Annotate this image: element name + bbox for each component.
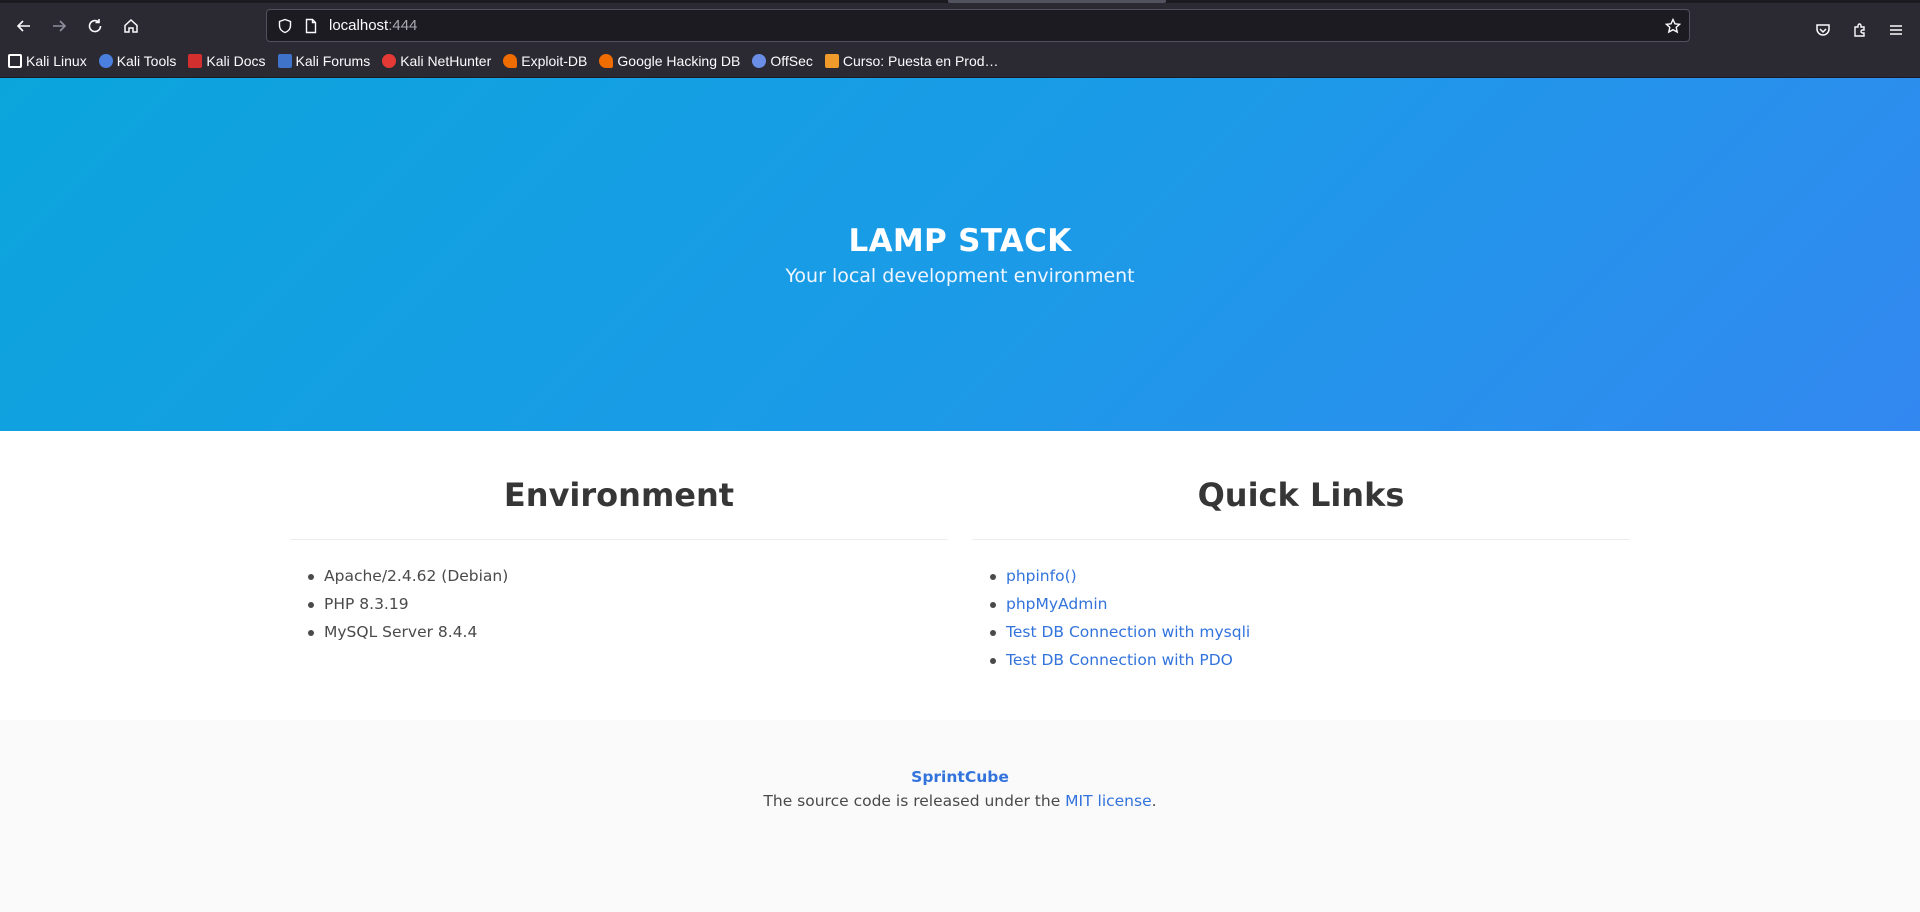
bookmark-kali-tools[interactable]: Kali Tools: [98, 53, 177, 69]
bookmark-label: Exploit-DB: [521, 53, 588, 69]
bookmark-label: Google Hacking DB: [617, 53, 741, 69]
quick-links-heading: Quick Links: [972, 431, 1630, 540]
bookmark-label: Kali Forums: [295, 53, 371, 69]
list-item: phpMyAdmin: [988, 590, 1630, 618]
puzzle-piece-icon: [1854, 23, 1865, 37]
page-icon[interactable]: [303, 18, 319, 34]
forward-button[interactable]: [45, 12, 73, 40]
reload-icon: [88, 19, 102, 33]
bookmark-offsec[interactable]: OffSec: [752, 53, 813, 69]
environment-list: Apache/2.4.62 (Debian) PHP 8.3.19 MySQL …: [290, 540, 948, 646]
url-host: localhost: [329, 17, 389, 34]
mit-license-link[interactable]: MIT license: [1065, 792, 1151, 810]
license-suffix: .: [1151, 792, 1157, 810]
pdo-test-link[interactable]: Test DB Connection with PDO: [1006, 651, 1233, 669]
kali-tools-icon: [98, 54, 113, 68]
list-item: Test DB Connection with mysqli: [988, 618, 1630, 646]
pocket-button[interactable]: [1813, 20, 1833, 40]
list-item: phpinfo(): [988, 562, 1630, 590]
quick-links-column: Quick Links phpinfo() phpMyAdmin Test DB…: [972, 431, 1630, 674]
shield-icon[interactable]: [277, 18, 293, 34]
environment-heading: Environment: [290, 431, 948, 540]
nethunter-icon: [382, 54, 397, 68]
list-item: Test DB Connection with PDO: [988, 646, 1630, 674]
bookmarks-toolbar: Kali Linux Kali Tools Kali Docs Kali For…: [8, 48, 1011, 74]
app-menu-button[interactable]: [1886, 20, 1906, 40]
bookmark-course[interactable]: Curso: Puesta en Prod…: [824, 53, 999, 69]
phpinfo-link[interactable]: phpinfo(): [1006, 567, 1077, 585]
bookmark-label: Kali NetHunter: [400, 53, 492, 69]
bookmark-label: Kali Linux: [26, 53, 87, 69]
bookmark-label: Curso: Puesta en Prod…: [842, 53, 999, 69]
bookmark-label: Kali Tools: [116, 53, 177, 69]
pocket-icon: [1816, 24, 1830, 36]
list-item: Apache/2.4.62 (Debian): [306, 562, 948, 590]
reload-button[interactable]: [81, 12, 109, 40]
extensions-button[interactable]: [1850, 20, 1870, 40]
footer-brand-link[interactable]: SprintCube: [0, 768, 1920, 786]
home-button[interactable]: [117, 12, 145, 40]
bookmark-label: OffSec: [770, 53, 813, 69]
bookmark-google-hacking-db[interactable]: Google Hacking DB: [599, 53, 740, 69]
kali-forums-icon: [277, 54, 292, 68]
kali-dragon-icon: [8, 54, 22, 68]
hero-title: LAMP STACK: [848, 223, 1072, 259]
url-port: :444: [388, 17, 418, 34]
list-item: MySQL Server 8.4.4: [306, 618, 948, 646]
hero-banner: LAMP STACK Your local development enviro…: [0, 78, 1920, 431]
footer: SprintCube The source code is released u…: [0, 720, 1920, 912]
url-bar[interactable]: localhost:444: [266, 9, 1690, 42]
quick-links-list: phpinfo() phpMyAdmin Test DB Connection …: [972, 540, 1630, 674]
tab-strip: [0, 0, 1920, 3]
kali-docs-icon: [188, 54, 203, 68]
nav-toolbar: localhost:444: [0, 8, 1920, 44]
home-icon: [124, 18, 138, 33]
forward-arrow-icon: [53, 20, 67, 32]
hero-subtitle: Your local development environment: [785, 265, 1135, 287]
license-prefix: The source code is released under the: [763, 792, 1066, 810]
back-arrow-icon: [16, 20, 30, 32]
active-tab[interactable]: [948, 0, 1166, 3]
bookmark-star-icon[interactable]: [1665, 18, 1681, 34]
phpmyadmin-link[interactable]: phpMyAdmin: [1006, 595, 1107, 613]
hamburger-menu-icon: [1890, 25, 1902, 35]
browser-chrome: localhost:444 Kali Linux Kali Tools Kali…: [0, 0, 1920, 78]
back-button[interactable]: [10, 12, 38, 40]
bookmark-kali-linux[interactable]: Kali Linux: [8, 53, 87, 69]
bookmark-exploit-db[interactable]: Exploit-DB: [503, 53, 587, 69]
exploit-db-icon: [503, 54, 518, 68]
mysqli-test-link[interactable]: Test DB Connection with mysqli: [1006, 623, 1250, 641]
ghdb-icon: [599, 54, 614, 68]
url-text[interactable]: localhost:444: [329, 17, 417, 34]
bookmark-label: Kali Docs: [206, 53, 266, 69]
environment-column: Environment Apache/2.4.62 (Debian) PHP 8…: [290, 431, 948, 646]
bookmark-kali-docs[interactable]: Kali Docs: [188, 53, 266, 69]
main-content: Environment Apache/2.4.62 (Debian) PHP 8…: [0, 431, 1920, 720]
list-item: PHP 8.3.19: [306, 590, 948, 618]
bookmark-kali-nethunter[interactable]: Kali NetHunter: [382, 53, 491, 69]
bookmark-kali-forums[interactable]: Kali Forums: [277, 53, 371, 69]
page-viewport: LAMP STACK Your local development enviro…: [0, 78, 1920, 912]
offsec-icon: [752, 54, 767, 68]
footer-license-text: The source code is released under the MI…: [0, 792, 1920, 810]
course-icon: [824, 54, 839, 68]
